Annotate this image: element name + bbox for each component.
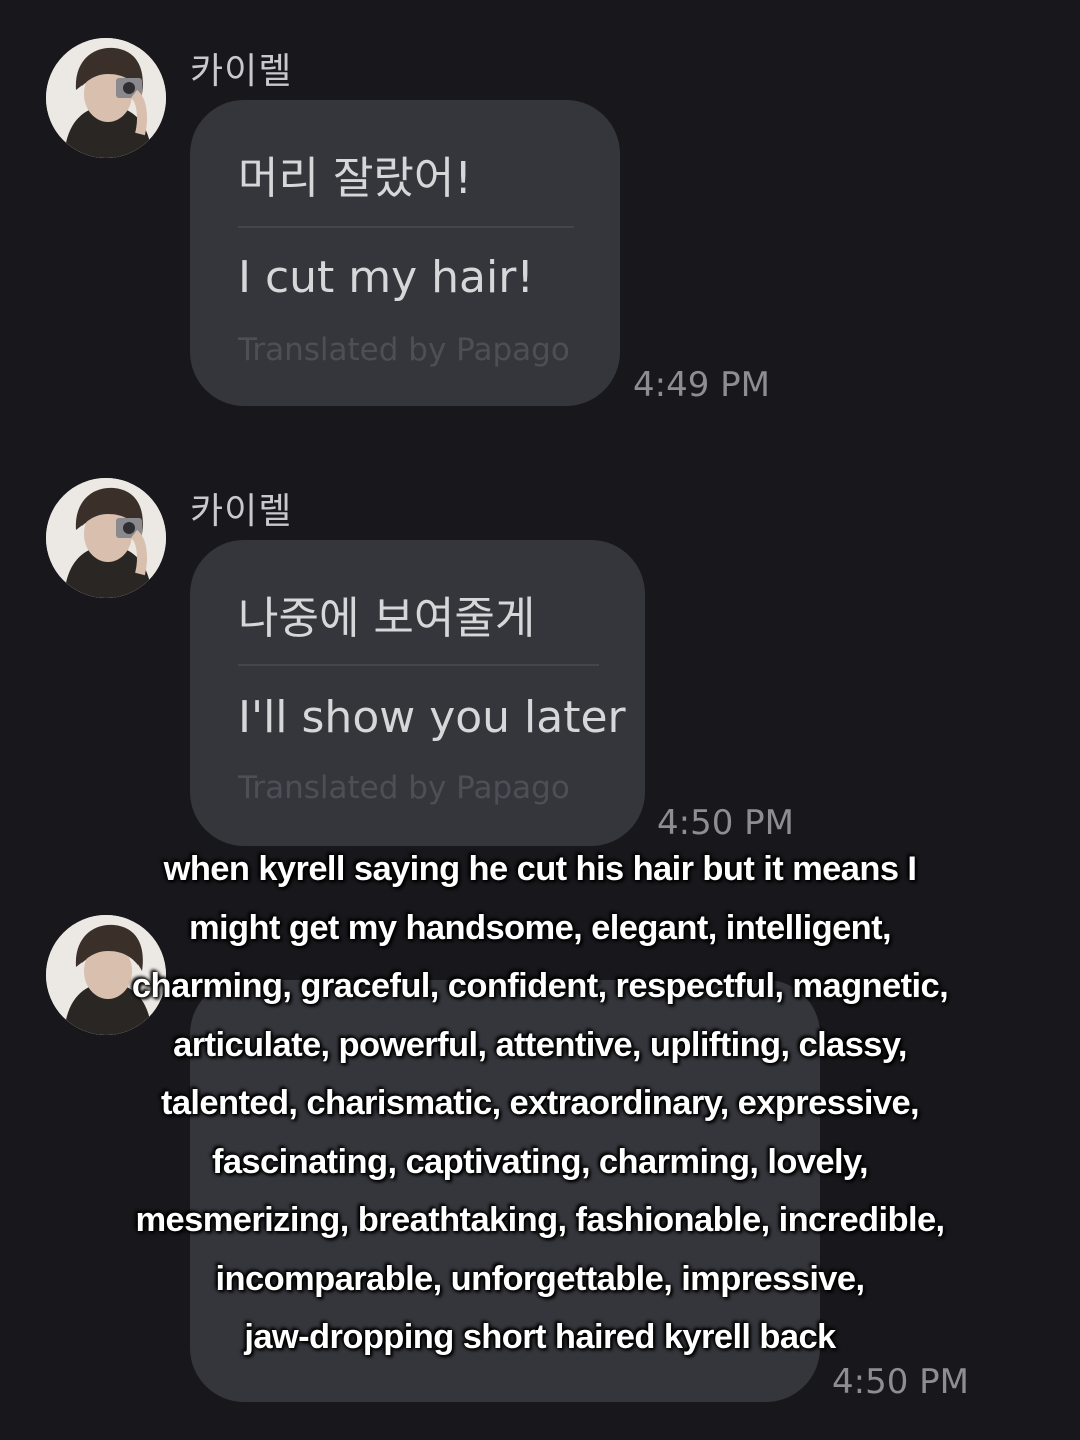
timestamp: 4:50 PM — [832, 1362, 969, 1402]
overlay-caption: when kyrell saying he cut his hair but i… — [131, 850, 949, 1356]
chat-screen: { "messages": [ { "sender": "카이렐", "orig… — [0, 0, 1080, 1440]
